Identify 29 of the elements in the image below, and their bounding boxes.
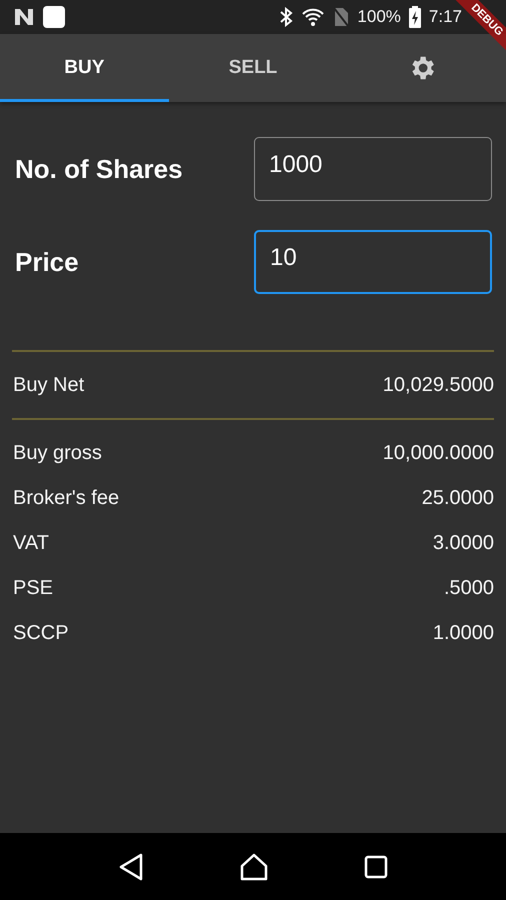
- n-logo-icon: [14, 8, 34, 26]
- row-label: VAT: [13, 532, 49, 555]
- bluetooth-icon: [279, 7, 294, 27]
- row-value: 1.0000: [432, 622, 494, 645]
- clock: 7:17: [428, 7, 462, 27]
- row-value: 10,029.5000: [382, 374, 494, 396]
- row-label: Buy gross: [13, 442, 102, 465]
- row-value: 25.0000: [422, 487, 494, 510]
- back-button[interactable]: [118, 852, 144, 880]
- input-field[interactable]: 1000: [254, 137, 492, 201]
- row-value: 3.0000: [432, 532, 494, 555]
- wifi-icon: [301, 8, 326, 26]
- home-button[interactable]: [238, 852, 269, 880]
- field-label: No. of Shares: [15, 154, 183, 184]
- row-value: .5000: [444, 577, 494, 600]
- battery-percent: 100%: [357, 7, 401, 27]
- row-label: SCCP: [13, 622, 69, 645]
- square-icon: [42, 5, 66, 29]
- row-label: Broker's fee: [13, 487, 120, 510]
- row-label: Buy Net: [13, 374, 84, 396]
- field-label: Price: [15, 246, 79, 278]
- no-sim-icon: [333, 7, 350, 27]
- recents-button[interactable]: [364, 854, 388, 878]
- battery-icon: [408, 6, 421, 28]
- input-field[interactable]: 10: [254, 230, 492, 294]
- row-value: 10,000.0000: [382, 442, 494, 465]
- tab[interactable]: SELL: [168, 34, 338, 102]
- tab[interactable]: BUY: [0, 34, 169, 102]
- row-label: PSE: [13, 577, 54, 600]
